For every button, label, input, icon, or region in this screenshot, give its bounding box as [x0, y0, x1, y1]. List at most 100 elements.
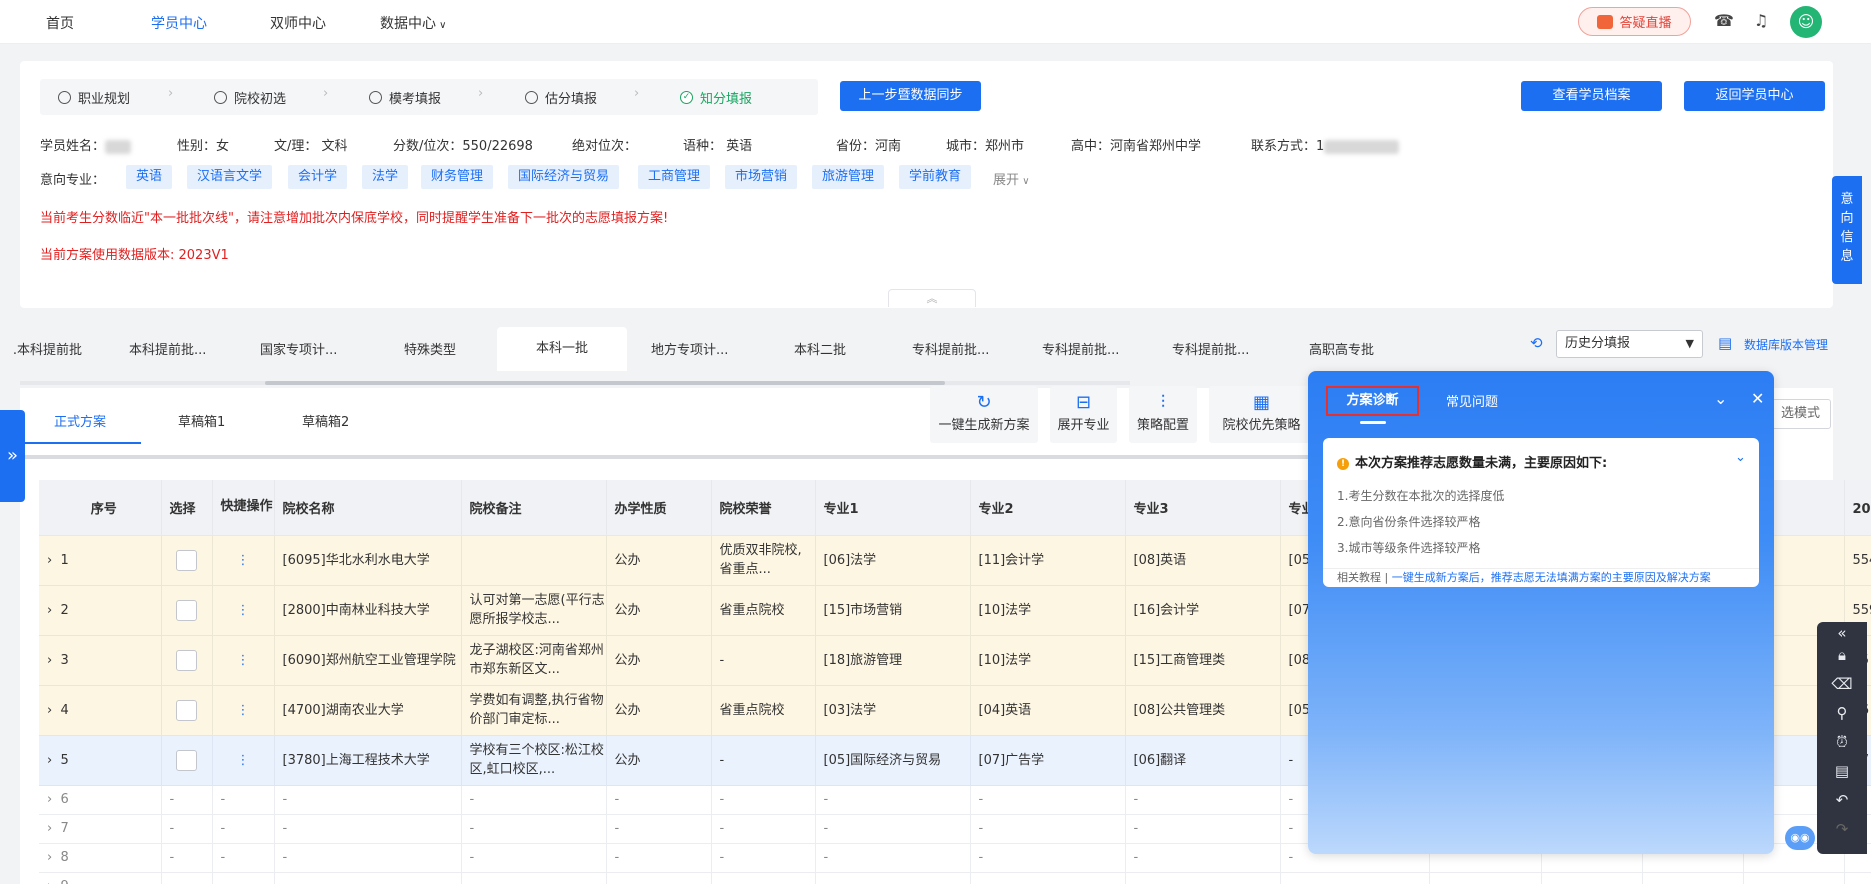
row-index[interactable]: › 8 [39, 843, 162, 873]
tab-plan-diagnosis[interactable]: 方案诊断 [1326, 386, 1419, 416]
intent-info-tab[interactable]: 意 向 信 息 [1832, 176, 1862, 284]
tutorial-link[interactable]: 一键生成新方案后，推荐志愿无法填满方案的主要原因及解决方案 [1392, 571, 1711, 584]
db-version-link[interactable]: 数据库版本管理 [1744, 336, 1828, 353]
major-1[interactable]: [05]国际经济与贸易 [815, 735, 971, 786]
major-3[interactable]: [15]工商管理类 [1125, 635, 1281, 686]
major-3[interactable]: [06]翻译 [1125, 735, 1281, 786]
row-index[interactable]: › 3 [39, 635, 162, 686]
undo-icon[interactable]: ↶ [1817, 791, 1867, 809]
database-icon[interactable]: ▤ [1817, 762, 1867, 780]
nav-student-center[interactable]: 学员中心 [151, 13, 207, 33]
school-priority-dropdown[interactable]: ▦ 院校优先策略 [1209, 386, 1314, 443]
major-2[interactable]: [10]法学 [970, 585, 1126, 636]
avatar[interactable]: ☺ [1790, 6, 1822, 38]
mode-button[interactable]: 选模式 [1765, 399, 1831, 429]
school-link[interactable]: [4700]湖南农业大学 [274, 685, 462, 736]
redo-icon[interactable]: ↷ [1817, 820, 1867, 838]
major-1[interactable]: [06]法学 [815, 535, 971, 586]
tab-draft-2[interactable]: 草稿箱2 [302, 411, 349, 430]
school-link[interactable]: [3780]上海工程技术大学 [274, 735, 462, 786]
history-score-select[interactable]: 历史分填报 ▼ [1556, 330, 1703, 358]
lock-icon[interactable]: 🔒︎ [1817, 646, 1867, 664]
collapse-panel-handle[interactable]: ︽ [888, 289, 976, 307]
alarm-icon[interactable]: ⏰︎ [1817, 733, 1867, 751]
tab-batch[interactable]: 本科提前批... [14, 339, 82, 358]
table-row[interactable]: › 9 [39, 872, 1871, 884]
major-tag[interactable]: 财务管理 [421, 165, 494, 189]
row-checkbox[interactable] [176, 749, 197, 771]
major-tag[interactable]: 会计学 [288, 165, 348, 189]
step-preselect[interactable]: 院校初选 [214, 88, 286, 107]
major-3[interactable]: [08]公共管理类 [1125, 685, 1281, 736]
expand-left-icon[interactable]: » [0, 410, 25, 502]
row-checkbox[interactable] [176, 699, 197, 721]
back-to-center-button[interactable]: 返回学员中心 [1684, 81, 1825, 111]
assistant-robot-icon[interactable]: ◉◉ [1785, 826, 1815, 850]
expand-majors[interactable]: 展开 ∨ [993, 169, 1030, 188]
generate-plan-button[interactable]: ↻ 一键生成新方案 [930, 386, 1038, 443]
school-link[interactable]: [2800]中南林业科技大学 [274, 585, 462, 636]
major-2[interactable]: [11]会计学 [970, 535, 1126, 586]
major-tag[interactable]: 法学 [362, 165, 409, 189]
tab-batch[interactable]: 特殊类型 [404, 339, 456, 358]
user-search-icon[interactable]: ⚲ [1817, 704, 1867, 722]
major-tag[interactable]: 英语 [126, 165, 173, 189]
major-tag[interactable]: 市场营销 [725, 165, 798, 189]
strategy-config-button[interactable]: ⫶ 策略配置 [1129, 386, 1197, 443]
more-icon[interactable]: ⋮ [212, 685, 275, 736]
trash-icon[interactable]: ⌫ [1817, 675, 1867, 693]
step-estimate[interactable]: 估分填报 [525, 88, 597, 107]
tab-faq[interactable]: 常见问题 [1446, 391, 1498, 410]
major-3[interactable]: [08]英语 [1125, 535, 1281, 586]
live-qa-button[interactable]: 答疑直播 [1578, 7, 1691, 36]
row-checkbox[interactable] [176, 599, 197, 621]
major-3[interactable]: [16]会计学 [1125, 585, 1281, 636]
more-icon[interactable]: ⋮ [212, 585, 275, 636]
tab-draft-1[interactable]: 草稿箱1 [178, 411, 225, 430]
row-index[interactable]: › 2 [39, 585, 162, 636]
major-2[interactable]: [10]法学 [970, 635, 1126, 686]
chevron-right-icon[interactable]: › [47, 850, 60, 865]
collapse-icon[interactable]: « [1817, 624, 1867, 642]
view-archive-button[interactable]: 查看学员档案 [1521, 81, 1662, 111]
chevron-right-icon[interactable]: › [47, 821, 60, 836]
major-tag[interactable]: 学前教育 [899, 165, 972, 189]
major-2[interactable]: [04]英语 [970, 685, 1126, 736]
tabs-scrollbar-thumb[interactable] [265, 381, 945, 385]
school-link[interactable]: [6090]郑州航空工业管理学院 [274, 635, 462, 686]
tab-batch[interactable]: 国家专项计... [260, 339, 337, 358]
step-known[interactable]: ✓ 知分填报 [680, 88, 752, 107]
more-icon[interactable]: ⋮ [212, 735, 275, 786]
close-icon[interactable]: ✕ [1751, 389, 1764, 408]
tab-batch[interactable]: 专科提前批... [1042, 339, 1119, 358]
chevron-right-icon[interactable]: › [47, 653, 60, 668]
tab-batch[interactable]: 本科二批 [794, 339, 846, 358]
nav-home[interactable]: 首页 [46, 13, 74, 33]
row-index[interactable]: › 6 [39, 785, 162, 815]
row-index[interactable]: › 1 [39, 535, 162, 586]
step-mock[interactable]: 模考填报 [369, 88, 441, 107]
row-index[interactable]: › 4 [39, 685, 162, 736]
major-2[interactable]: [07]广告学 [970, 735, 1126, 786]
chevron-right-icon[interactable]: › [47, 553, 60, 568]
tab-batch[interactable]: 专科提前批... [912, 339, 989, 358]
chevron-down-icon[interactable]: ⌄ [1735, 450, 1746, 465]
row-index[interactable]: › 7 [39, 814, 162, 844]
tab-batch[interactable]: 地方专项计... [651, 339, 728, 358]
chevron-right-icon[interactable]: › [47, 879, 60, 884]
row-checkbox[interactable] [176, 549, 197, 571]
tab-batch[interactable]: 本科提前批... [129, 339, 206, 358]
expand-majors-button[interactable]: ⊟ 展开专业 [1050, 386, 1117, 443]
major-tag[interactable]: 汉语言文学 [187, 165, 273, 189]
major-tag[interactable]: 国际经济与贸易 [508, 165, 620, 189]
step-career[interactable]: 职业规划 [58, 88, 130, 107]
chevron-right-icon[interactable]: › [47, 703, 60, 718]
major-1[interactable]: [15]市场营销 [815, 585, 971, 636]
sync-button[interactable]: 上一步暨数据同步 [840, 81, 981, 111]
major-1[interactable]: [18]旅游管理 [815, 635, 971, 686]
row-index[interactable]: › 5 [39, 735, 162, 786]
tab-official-plan[interactable]: 正式方案 [54, 411, 106, 430]
tab-batch-active[interactable]: 本科一批 [497, 327, 627, 371]
phone-icon[interactable]: ☎ [1714, 11, 1734, 31]
more-icon[interactable]: ⋮ [212, 635, 275, 686]
